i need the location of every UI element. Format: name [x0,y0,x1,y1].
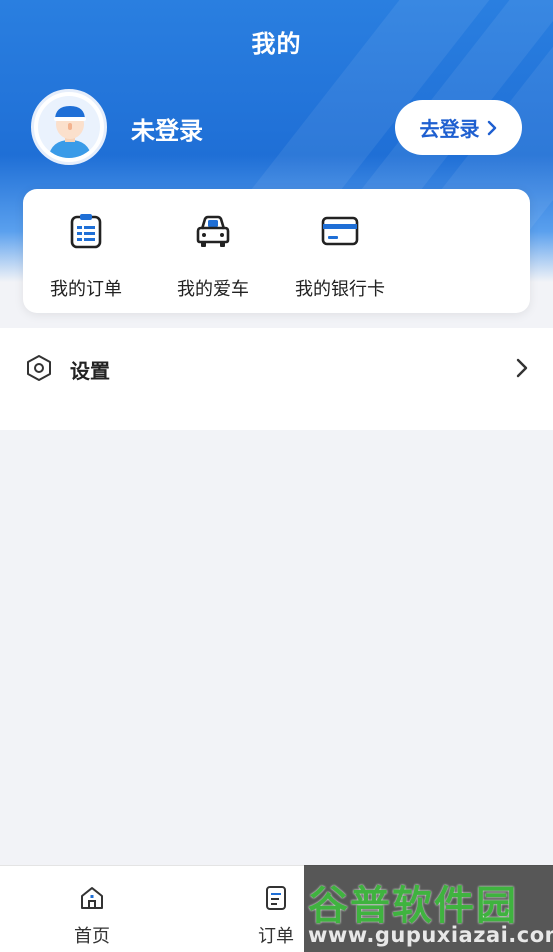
page-title: 我的 [251,30,302,58]
quick-action-label: 我的爱车 [177,279,249,300]
settings-row[interactable]: 设置 [0,328,553,408]
avatar[interactable] [31,89,107,165]
quick-actions-card: 我的订单 我的爱车 我的银行卡 [23,189,530,313]
order-clipboard-icon [70,214,102,249]
login-button[interactable]: 去登录 [395,100,522,155]
settings-label: 设置 [70,359,110,383]
car-icon [196,215,230,247]
site-watermark: 谷普软件园 www.gupuxiazai.com [304,865,553,952]
settings-section: 设置 [0,328,553,430]
bank-card-icon [321,216,359,246]
tab-label: 首页 [74,926,110,947]
login-button-label: 去登录 [419,117,480,141]
quick-action-my-car[interactable]: 我的爱车 [158,211,268,301]
chevron-right-icon [487,120,496,135]
hexagon-gear-icon [27,355,51,381]
home-icon [81,887,103,909]
default-avatar-icon [48,106,92,158]
quick-action-label: 我的订单 [50,279,122,300]
tab-home[interactable]: 首页 [37,866,147,952]
login-status-text: 未登录 [131,117,203,145]
chevron-right-icon [516,358,528,378]
quick-action-bank-card[interactable]: 我的银行卡 [285,211,395,301]
order-icon [266,886,286,910]
watermark-url: www.gupuxiazai.com [308,923,553,947]
quick-action-label: 我的银行卡 [295,279,385,300]
quick-action-orders[interactable]: 我的订单 [31,211,141,301]
